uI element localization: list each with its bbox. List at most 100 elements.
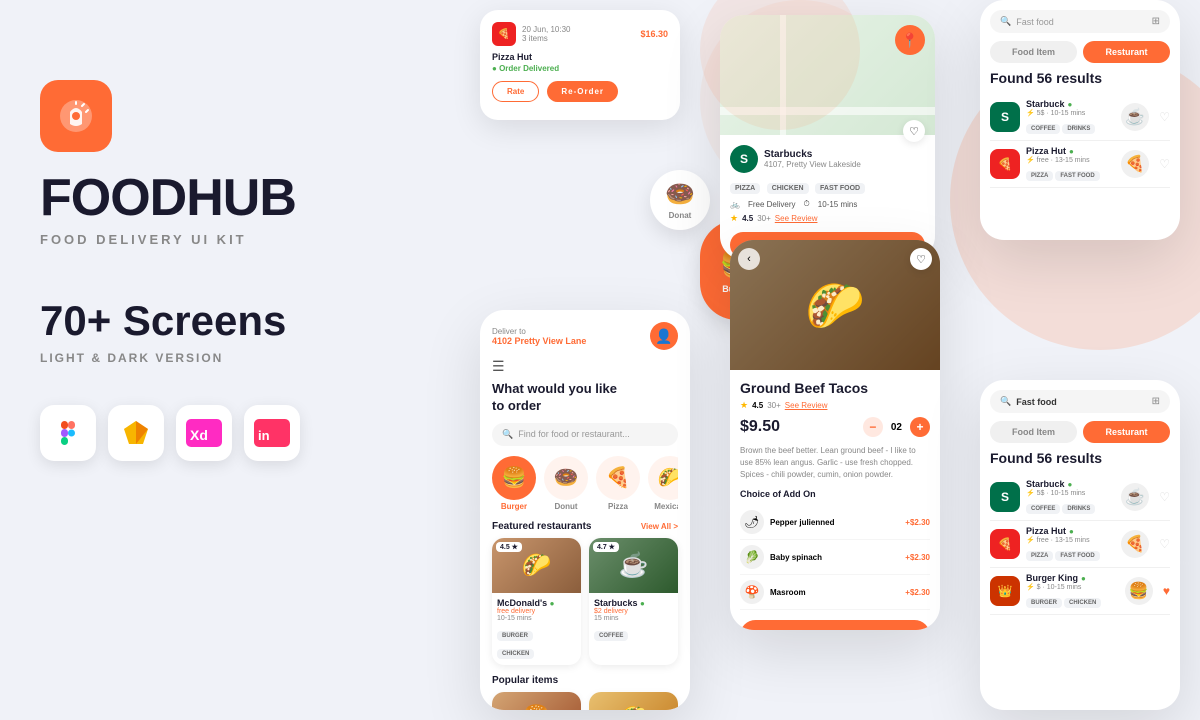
detail-reviews: 30+ xyxy=(767,401,781,410)
menu-icon[interactable]: ☰ xyxy=(492,358,678,375)
detail-heart[interactable]: ♡ xyxy=(910,248,932,270)
detail-see-review[interactable]: See Review xyxy=(785,401,828,410)
deliver-label: Deliver to xyxy=(492,327,586,336)
addon-pepper-price: +$2.30 xyxy=(905,518,930,527)
quantity-control[interactable]: − 02 + xyxy=(863,417,930,437)
heart-pizzahut-bot[interactable]: ♡ xyxy=(1159,537,1170,551)
addons-title: Choice of Add On xyxy=(740,489,930,499)
screens-desc: LIGHT & DARK VERSION xyxy=(40,351,380,365)
map-heart[interactable]: ♡ xyxy=(903,120,925,142)
svg-text:in: in xyxy=(258,428,270,443)
order-price: $16.30 xyxy=(640,29,668,39)
rate-button[interactable]: Rate xyxy=(492,81,539,102)
figma-icon xyxy=(40,405,96,461)
donat-label: Donat xyxy=(669,211,692,220)
order-date: 20 Jun, 10:30 xyxy=(522,25,570,34)
detail-title: Ground Beef Tacos xyxy=(740,380,930,396)
filter-icon[interactable]: ⊞ xyxy=(1152,16,1160,27)
qty-minus-button[interactable]: − xyxy=(863,417,883,437)
detail-price: $9.50 xyxy=(740,418,780,436)
addon-pepper: 🌶 Pepper julienned +$2.30 xyxy=(740,505,930,540)
map-tag-pizza: PIZZA xyxy=(730,183,760,194)
tab-restaurant-bot[interactable]: Resturant xyxy=(1083,421,1170,443)
filter-icon-bot[interactable]: ⊞ xyxy=(1152,396,1160,407)
listing-search-bar-bot[interactable]: 🔍 Fast food ⊞ xyxy=(990,390,1170,413)
rest-card-mcdonalds[interactable]: 🌮 4.5 ★ McDonald's ● free delivery 10-15… xyxy=(492,538,581,665)
screens-area: 🍕 20 Jun, 10:30 3 items $16.30 Pizza Hut… xyxy=(420,0,1200,720)
map-time: 10-15 mins xyxy=(818,200,858,209)
order-tracking-card: 🍕 20 Jun, 10:30 3 items $16.30 Pizza Hut… xyxy=(480,10,680,120)
rest-card-starbucks[interactable]: ☕ 4.7 ★ Starbucks ● $2 delivery 15 mins … xyxy=(589,538,678,665)
search-bar[interactable]: 🔍 Find for food or restaurant... xyxy=(492,423,678,446)
map-see-review[interactable]: See Review xyxy=(775,214,818,223)
home-screen: Deliver to 4102 Pretty View Lane 👤 ☰ Wha… xyxy=(480,310,690,710)
map-rating: 4.5 xyxy=(742,214,753,223)
category-pizza[interactable]: 🍕 Pizza xyxy=(596,456,640,511)
list-item-pizzahut-top[interactable]: 🍕 Pizza Hut ● ⚡ free · 13-15 mins PIZZAF… xyxy=(990,141,1170,188)
list-item-pizzahut-bot[interactable]: 🍕 Pizza Hut● ⚡ free · 13-15 mins PIZZAFA… xyxy=(990,521,1170,568)
heart-burgerking-bot[interactable]: ♥ xyxy=(1163,584,1170,598)
addon-spinach-price: +$2.30 xyxy=(905,553,930,562)
tab-restaurant[interactable]: Resturant xyxy=(1083,41,1170,63)
detail-screen: 🌮 ♡ ‹ Ground Beef Tacos ★ 4.5 30+ See Re… xyxy=(730,240,940,630)
addon-spinach: 🥬 Baby spinach +$2.30 xyxy=(740,540,930,575)
listing-search-placeholder: Fast food xyxy=(1016,17,1054,27)
avatar: 👤 xyxy=(650,322,678,350)
map-reviews: 30+ xyxy=(757,214,771,223)
view-all-link[interactable]: View All > xyxy=(641,522,678,531)
detail-rating: 4.5 xyxy=(752,401,763,410)
order-status: Order Delivered xyxy=(499,64,559,73)
screens-count: 70+ Screens xyxy=(40,297,380,345)
qty-value: 02 xyxy=(891,422,902,433)
map-delivery: Free Delivery xyxy=(748,200,796,209)
invision-icon: in xyxy=(244,405,300,461)
list-item-starbucks-bot[interactable]: S Starbuck● ⚡ 5$ · 10-15 mins COFFEEDRIN… xyxy=(990,474,1170,521)
popular-label: Popular items xyxy=(492,675,678,686)
tool-icons: Xd in xyxy=(40,405,380,461)
listing-items-bot: S Starbuck● ⚡ 5$ · 10-15 mins COFFEEDRIN… xyxy=(990,474,1170,615)
app-icon xyxy=(40,80,112,152)
listing-items-top: S Starbuck ● ⚡ 5$ · 10-15 mins COFFEEDRI… xyxy=(990,94,1170,188)
listing-search-icon: 🔍 xyxy=(1000,16,1011,27)
listing-search-bar[interactable]: 🔍 Fast food ⊞ xyxy=(990,10,1170,33)
detail-description: Brown the beef better. Lean ground beef … xyxy=(740,445,930,481)
brand-subtitle: FOOD DELIVERY UI KIT xyxy=(40,232,380,247)
category-donut[interactable]: 🍩 Donut xyxy=(544,456,588,511)
popular-item-1[interactable]: 🍔 $5.50 xyxy=(492,692,581,710)
back-button[interactable]: ‹ xyxy=(738,248,760,270)
listing-search-value: Fast food xyxy=(1016,397,1057,407)
donat-float: 🍩 Donat xyxy=(650,170,710,230)
deliver-address: 4102 Pretty View Lane xyxy=(492,336,586,346)
map-tag-chicken: CHICKEN xyxy=(767,183,809,194)
list-item-burgerking-bot[interactable]: 👑 Burger King● ⚡ $ · 10-15 mins BURGERCH… xyxy=(990,568,1170,615)
home-title-2: to order xyxy=(492,398,541,413)
sketch-icon xyxy=(108,405,164,461)
category-mexican[interactable]: 🌮 Mexican xyxy=(648,456,678,511)
qty-plus-button[interactable]: + xyxy=(910,417,930,437)
tab-food-item[interactable]: Food Item xyxy=(990,41,1077,63)
listing-search-icon-bot: 🔍 xyxy=(1000,396,1011,407)
category-burger[interactable]: 🍔 Burger xyxy=(492,456,536,511)
popular-item-2[interactable]: 🌮 $8.25 xyxy=(589,692,678,710)
list-item-starbucks-top[interactable]: S Starbuck ● ⚡ 5$ · 10-15 mins COFFEEDRI… xyxy=(990,94,1170,141)
map-restaurant: Starbucks xyxy=(764,149,861,160)
search-icon: 🔍 xyxy=(502,429,513,440)
heart-pizzahut-top[interactable]: ♡ xyxy=(1159,157,1170,171)
featured-label: Featured restaurants xyxy=(492,521,591,532)
order-items: 3 items xyxy=(522,34,570,43)
heart-starbucks-top[interactable]: ♡ xyxy=(1159,110,1170,124)
map-address: 4107, Pretty View Lakeside xyxy=(764,160,861,169)
found-results-bot: Found 56 results xyxy=(990,451,1170,466)
xd-icon: Xd xyxy=(176,405,232,461)
addon-pepper-name: Pepper julienned xyxy=(770,518,834,527)
reorder-button[interactable]: Re-Order xyxy=(547,81,618,102)
addon-spinach-name: Baby spinach xyxy=(770,553,822,562)
listing-screen-bot: 🔍 Fast food ⊞ Food Item Resturant Found … xyxy=(980,380,1180,710)
svg-text:Xd: Xd xyxy=(190,427,208,443)
order-restaurant: Pizza Hut xyxy=(492,52,668,62)
add-to-cart-button[interactable]: 🛒 ADD TO CART xyxy=(740,620,930,630)
tab-food-item-bot[interactable]: Food Item xyxy=(990,421,1077,443)
home-title-1: What would you like xyxy=(492,381,617,396)
heart-starbucks-bot[interactable]: ♡ xyxy=(1159,490,1170,504)
map-tag-fastfood: FAST FOOD xyxy=(815,183,865,194)
